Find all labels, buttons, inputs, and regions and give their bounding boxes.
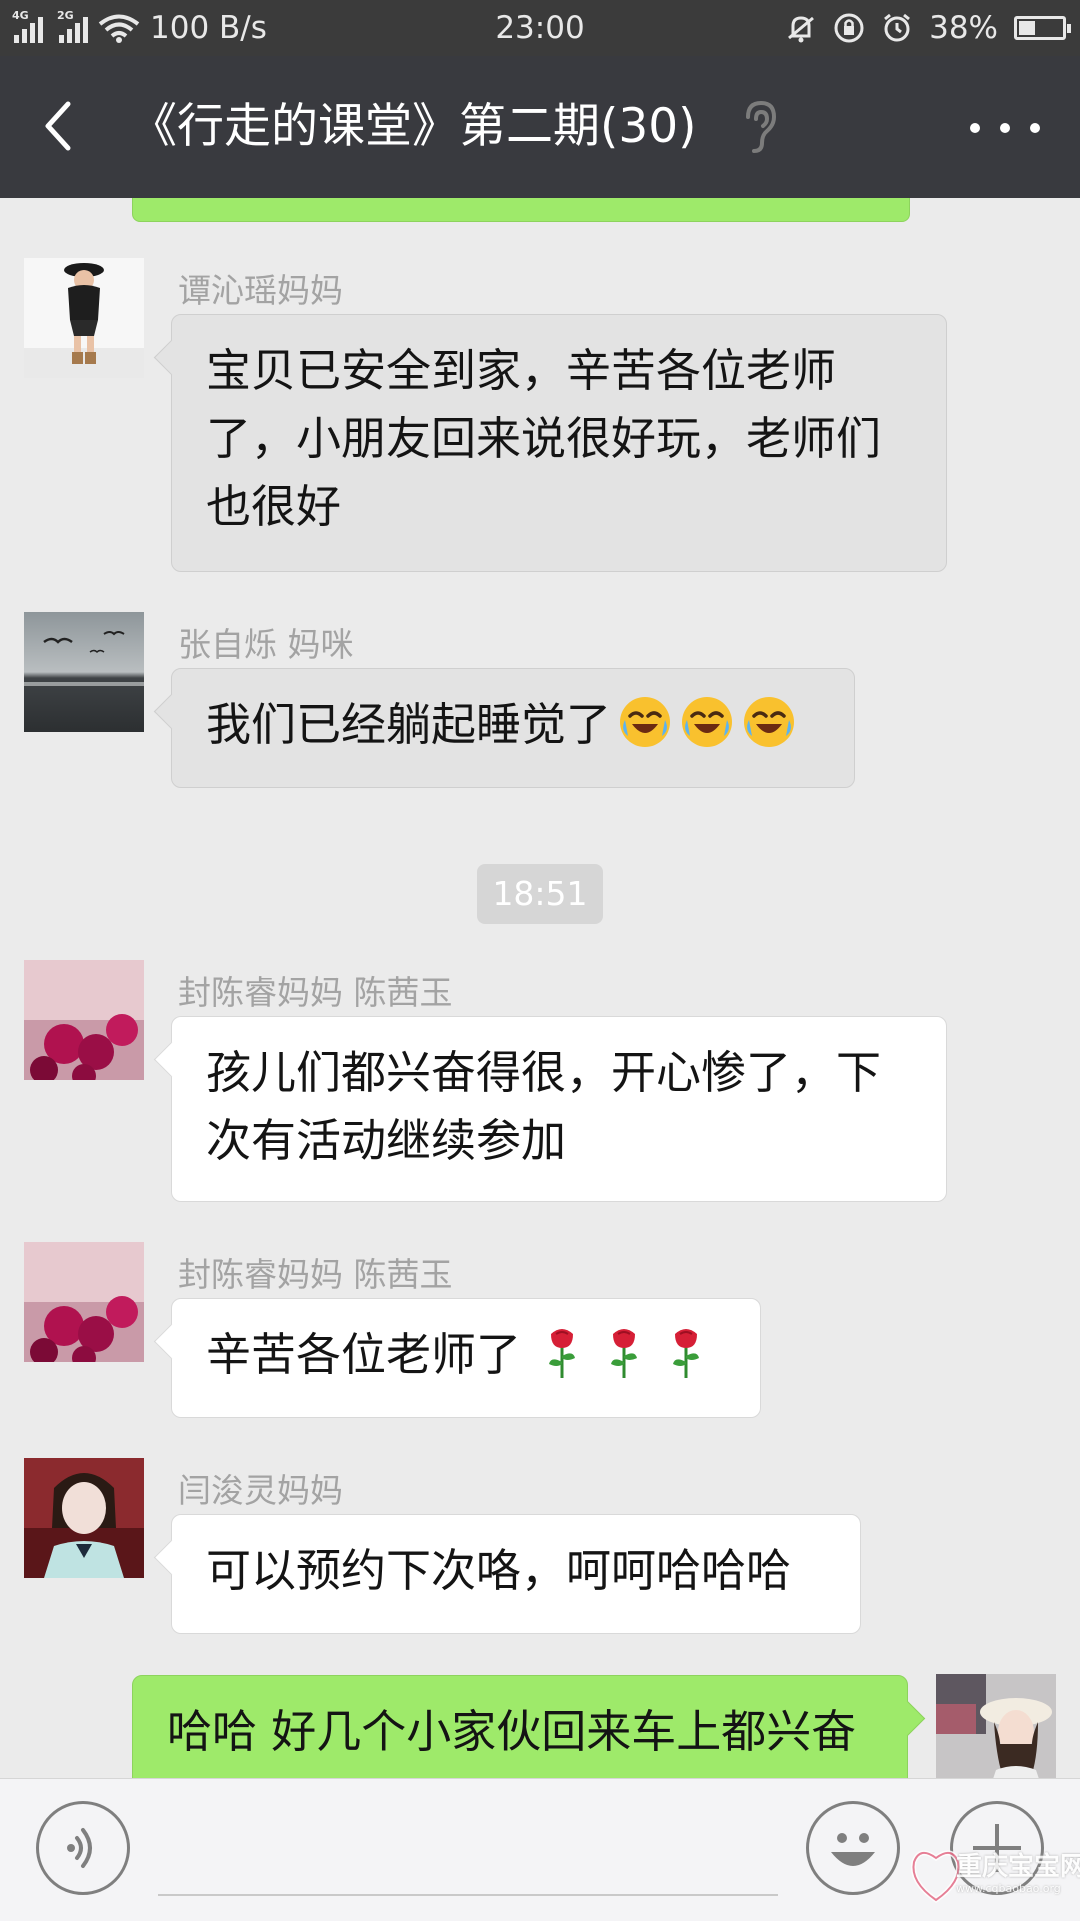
emoji-button[interactable] (806, 1801, 900, 1895)
crying-laughing-emoji-icon (620, 697, 671, 747)
watermark: 重庆宝宝网 www.cqbaobao.org (906, 1836, 1080, 1916)
sender-name: 谭沁瑶妈妈 (178, 271, 343, 310)
message-text: 哈哈 好几个小家伙回来车上都兴奋 (167, 1705, 857, 1758)
avatar[interactable] (24, 1458, 144, 1578)
message-line: 了，小朋友回来说很好玩，老师们 (206, 412, 882, 465)
rose-emoji-icon (673, 1329, 700, 1378)
message-text: 我们已经躺起睡觉了 (206, 698, 612, 751)
message-line: 孩儿们都兴奋得很，开心惨了，下 (206, 1046, 882, 1099)
status-bar: 4G 2G 100 B/s 23:00 38% (0, 0, 1080, 56)
rose-emoji-icon (611, 1329, 638, 1378)
avatar[interactable] (24, 612, 144, 732)
message-line: 宝贝已安全到家，辛苦各位老师 (206, 344, 837, 397)
dot-icon (970, 123, 980, 133)
previous-message-bubble[interactable] (132, 198, 910, 222)
sender-name: 封陈睿妈妈 陈茜玉 (178, 973, 453, 1012)
avatar[interactable] (24, 960, 144, 1080)
sender-name: 封陈睿妈妈 陈茜玉 (178, 1255, 453, 1294)
message-bubble[interactable]: 孩儿们都兴奋得很，开心惨了，下 次有活动继续参加 (171, 1016, 947, 1202)
rotation-lock-icon (834, 13, 864, 43)
own-avatar[interactable] (936, 1674, 1056, 1778)
avatar[interactable] (24, 258, 144, 378)
battery-fill (1019, 21, 1035, 35)
voice-input-button[interactable] (36, 1801, 130, 1895)
smiley-icon (831, 1833, 875, 1866)
chat-title: 《行走的课堂》第二期(30) (130, 99, 697, 154)
status-right: 38% (785, 0, 1071, 56)
chat-area[interactable]: 谭沁瑶妈妈 宝贝已安全到家，辛苦各位老师 了，小朋友回来说很好玩，老师们 也很好… (0, 198, 1080, 1778)
watermark-title: 重庆宝宝网 (956, 1852, 1080, 1882)
own-message-bubble[interactable]: 哈哈 好几个小家伙回来车上都兴奋 (132, 1675, 908, 1778)
rose-emoji-icon (549, 1329, 576, 1378)
battery-icon (1014, 16, 1071, 40)
message-bubble[interactable]: 可以预约下次咯，呵呵哈哈哈 (171, 1514, 861, 1634)
dot-icon (1030, 123, 1040, 133)
title-bar: 《行走的课堂》第二期(30) (0, 56, 1080, 198)
message-text: 辛苦各位老师了 (206, 1328, 522, 1381)
message-bubble[interactable]: 辛苦各位老师了 (171, 1298, 761, 1418)
message-bubble[interactable]: 宝贝已安全到家，辛苦各位老师 了，小朋友回来说很好玩，老师们 也很好 (171, 314, 947, 572)
battery-percent: 38% (929, 10, 998, 46)
more-options-button[interactable] (970, 100, 1040, 156)
ear-muted-icon (746, 100, 777, 153)
message-line: 次有活动继续参加 (206, 1114, 567, 1167)
alarm-clock-icon (884, 13, 911, 42)
message-line: 也很好 (206, 480, 342, 533)
mute-bell-icon (788, 16, 815, 43)
sender-name: 张自烁 妈咪 (178, 625, 354, 664)
message-input[interactable] (158, 1894, 778, 1896)
watermark-url: www.cqbaobao.org (956, 1882, 1061, 1895)
avatar[interactable] (24, 1242, 144, 1362)
message-text: 可以预约下次咯，呵呵哈哈哈 (206, 1544, 792, 1597)
sender-name: 闫浚灵妈妈 (178, 1471, 343, 1510)
timestamp-divider: 18:51 (477, 864, 603, 924)
back-arrow-icon[interactable] (32, 96, 92, 156)
voice-icon (67, 1828, 92, 1868)
crying-laughing-emoji-icon (682, 697, 733, 747)
message-bubble[interactable]: 我们已经躺起睡觉了 (171, 668, 855, 788)
dot-icon (1000, 123, 1010, 133)
crying-laughing-emoji-icon (744, 697, 795, 747)
